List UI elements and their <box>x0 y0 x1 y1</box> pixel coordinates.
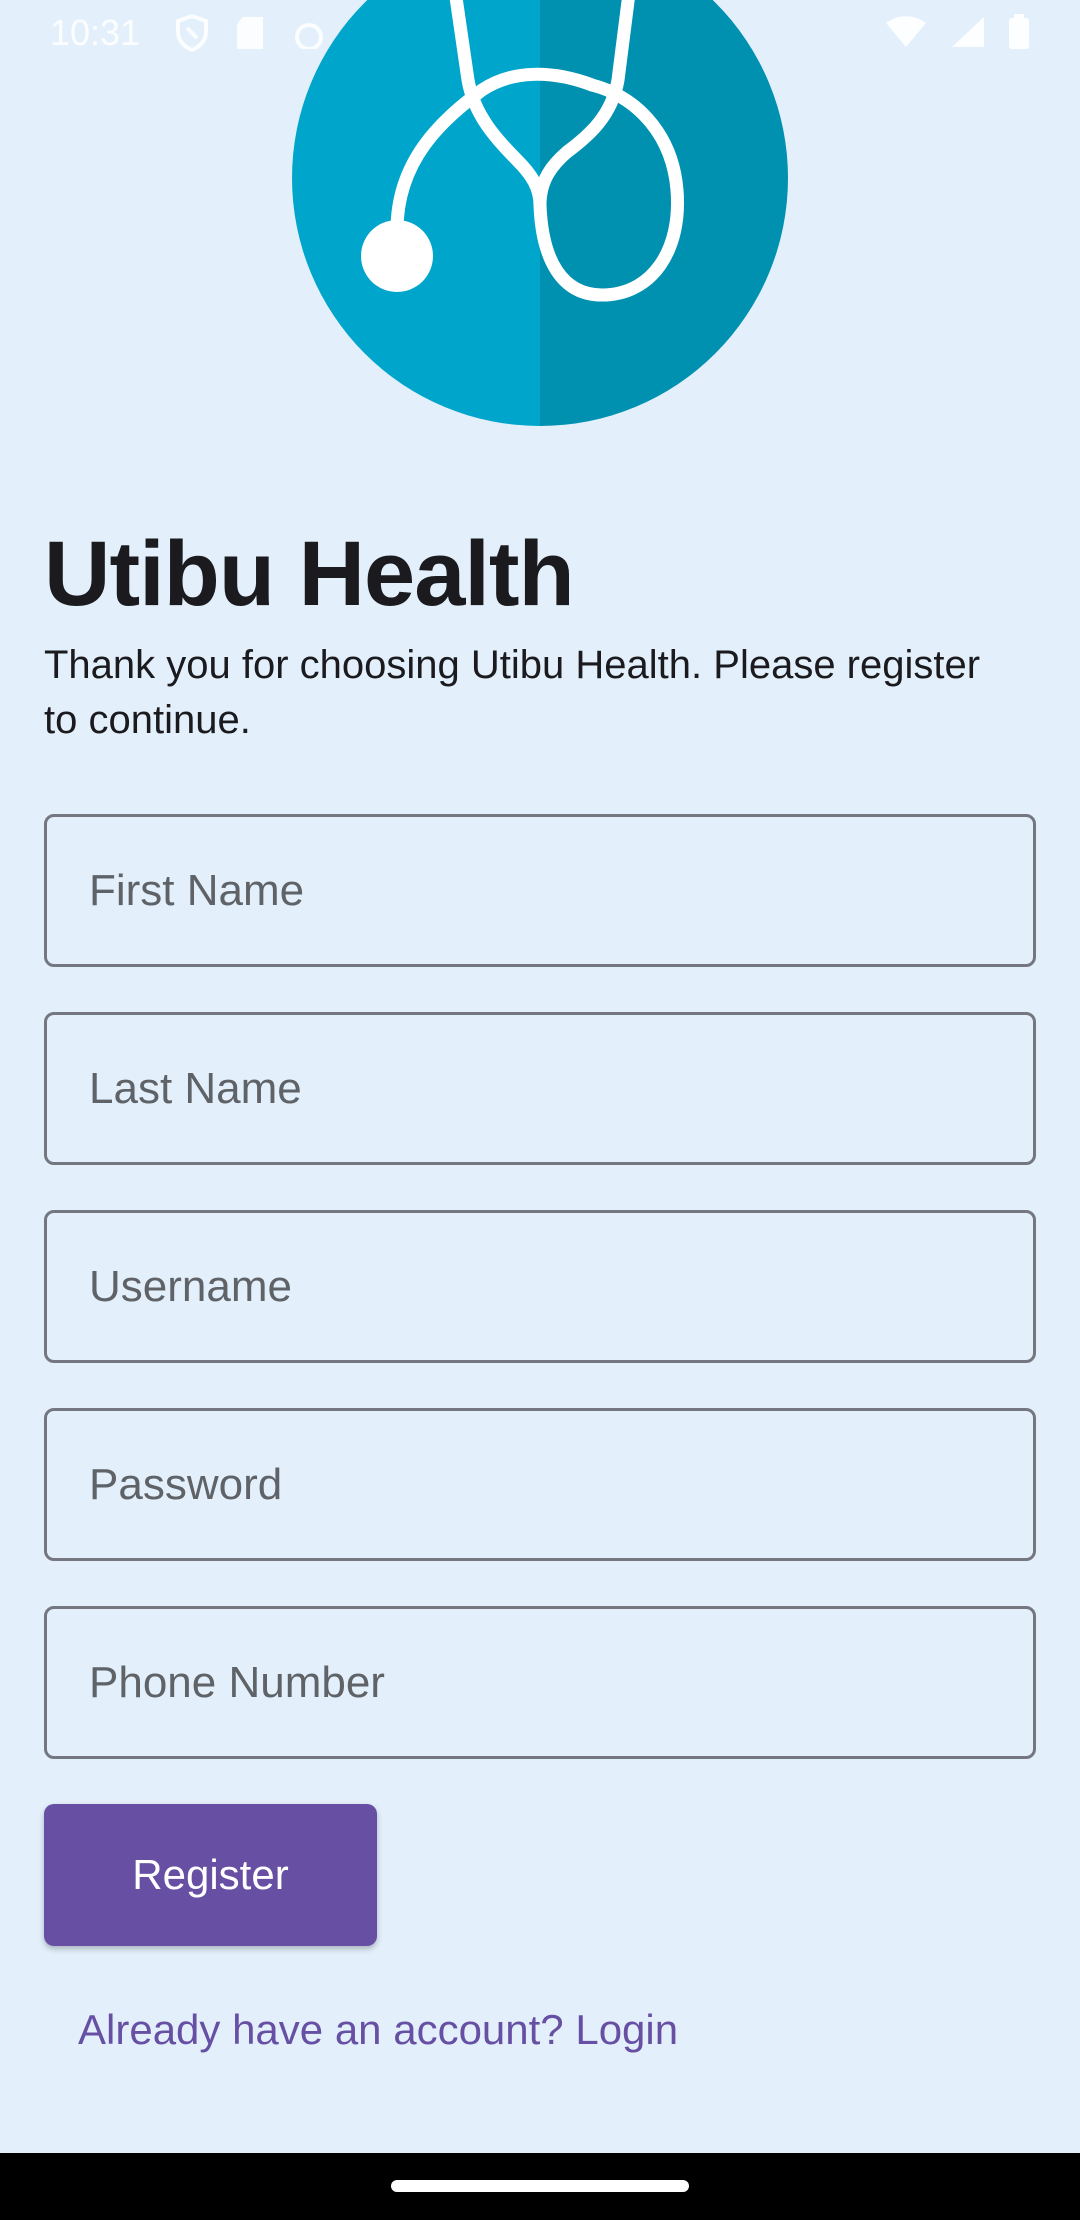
battery-icon <box>1008 14 1030 50</box>
register-button[interactable]: Register <box>44 1804 377 1946</box>
password-field[interactable] <box>44 1408 1036 1561</box>
status-time: 10:31 <box>50 12 141 53</box>
first-name-field[interactable] <box>44 814 1036 967</box>
login-link[interactable]: Already have an account? Login <box>78 2006 678 2054</box>
register-screen: 10:31 Utibu Health Thank you for choosin… <box>0 0 1080 2220</box>
app-subtitle: Thank you for choosing Utibu Health. Ple… <box>44 643 981 742</box>
wifi-icon <box>884 15 928 49</box>
phone-number-field[interactable] <box>44 1606 1036 1759</box>
home-indicator[interactable] <box>391 2180 689 2192</box>
sd-card-icon <box>235 15 265 51</box>
stethoscope-icon <box>292 0 788 426</box>
signal-icon <box>950 15 986 49</box>
app-title: Utibu Health <box>44 523 575 625</box>
last-name-field[interactable] <box>44 1012 1036 1165</box>
status-icons-right <box>884 14 1030 50</box>
phone-number-input[interactable] <box>47 1609 1033 1756</box>
password-input[interactable] <box>47 1411 1033 1558</box>
first-name-input[interactable] <box>47 817 1033 964</box>
last-name-input[interactable] <box>47 1015 1033 1162</box>
shield-icon <box>175 14 209 52</box>
username-input[interactable] <box>47 1213 1033 1360</box>
username-field[interactable] <box>44 1210 1036 1363</box>
